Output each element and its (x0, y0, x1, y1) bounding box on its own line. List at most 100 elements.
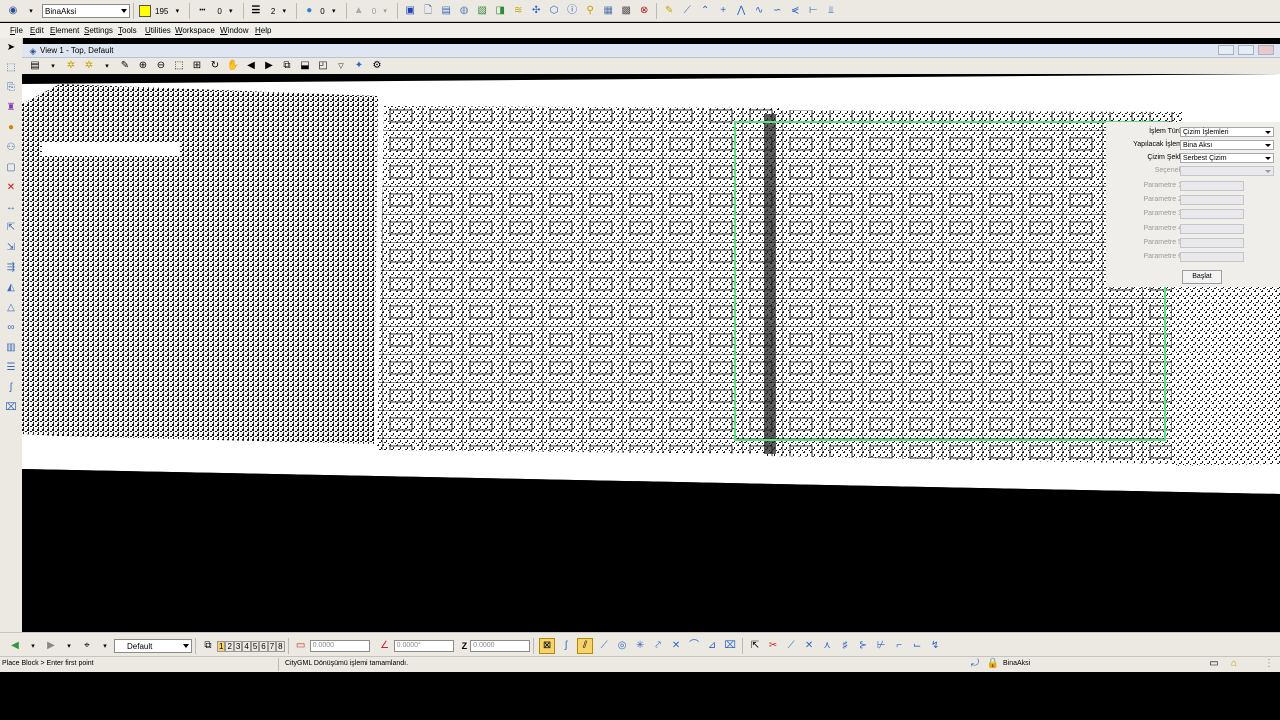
menu-element[interactable]: Element (50, 26, 79, 35)
angle-icon[interactable]: ⋞ (788, 4, 802, 18)
color-swatch[interactable] (139, 5, 151, 17)
menu-workspace[interactable]: Workspace (175, 26, 215, 35)
line-icon[interactable]: ⟋ (680, 4, 694, 18)
layers-icon[interactable]: ≋ (511, 4, 525, 18)
delete-icon[interactable]: ⊗ (637, 4, 651, 18)
param5-input[interactable] (1180, 238, 1244, 248)
param3-input[interactable] (1180, 209, 1244, 219)
corner-icon[interactable]: ⌙ (910, 639, 924, 653)
update-icon[interactable]: ✎ (118, 59, 132, 73)
menu-help[interactable]: Help (255, 26, 271, 35)
param2-input[interactable] (1180, 195, 1244, 205)
param1-input[interactable] (1180, 181, 1244, 191)
intersection-snap-icon[interactable]: ✕ (669, 639, 683, 653)
tangent-snap-icon[interactable]: ⤤ (651, 639, 665, 653)
element-selection-icon[interactable]: ▣ (403, 4, 417, 18)
offset-icon[interactable]: ⊱ (856, 639, 870, 653)
level-combo[interactable]: BinaAksi (42, 4, 130, 18)
chevron-down-icon[interactable]: ▾ (26, 639, 40, 653)
param6-input[interactable] (1180, 252, 1244, 262)
menu-settings[interactable]: Settings (84, 26, 113, 35)
forward-icon[interactable]: ▶ (44, 639, 58, 653)
drawing-canvas[interactable]: İşlem Türü Çizim İşlemleri Yapılacak İşl… (22, 74, 1280, 632)
chevron-down-icon[interactable]: ▽ (334, 59, 348, 73)
view-button-1[interactable]: 1 (217, 640, 226, 652)
clip-volume-icon[interactable]: ⬓ (298, 59, 312, 73)
circles-icon[interactable]: ∞ (4, 321, 18, 335)
partial-delete-icon[interactable]: ↯ (928, 639, 942, 653)
settings-icon[interactable]: ⚙ (370, 59, 384, 73)
view-previous-icon[interactable]: ◀ (244, 59, 258, 73)
link-icon[interactable]: ⤾ (968, 657, 982, 671)
view-button-5[interactable]: 5 (250, 640, 260, 652)
break-icon[interactable]: ✕ (802, 639, 816, 653)
chevron-down-icon[interactable]: ▾ (46, 59, 60, 73)
globe-icon[interactable]: ◍ (457, 4, 471, 18)
fork-icon[interactable]: ⋏ (820, 639, 834, 653)
midpoint-snap-icon[interactable]: ⫽ (577, 638, 594, 654)
views-icon[interactable]: ⧉ (201, 639, 215, 653)
angle-input[interactable]: 0.0000° (393, 640, 454, 652)
home-icon[interactable]: ⌂ (1227, 657, 1241, 671)
hatch-icon[interactable]: ♯ (838, 639, 852, 653)
chevron-down-icon[interactable]: ▾ (277, 4, 291, 18)
modify-icon[interactable]: ⇲ (4, 241, 18, 255)
chevron-down-icon[interactable]: ▾ (24, 4, 38, 18)
view-button-4[interactable]: 4 (242, 640, 251, 652)
chamfer-icon[interactable]: ⊬ (874, 639, 888, 653)
eye-icon[interactable]: ◉ (6, 4, 20, 18)
maximize-button[interactable] (1238, 45, 1254, 55)
perp-snap-icon[interactable]: ⊿ (705, 639, 719, 653)
trim-icon[interactable]: ⇱ (748, 639, 762, 653)
view-button-2[interactable]: 2 (225, 640, 234, 652)
cells-icon[interactable]: ▥ (4, 341, 18, 355)
minimize-button[interactable] (1218, 45, 1234, 55)
close-button[interactable] (1258, 45, 1274, 55)
map-icon[interactable]: ▦ (601, 4, 615, 18)
render-icon[interactable]: ✦ (352, 59, 366, 73)
rotate-icon[interactable]: ↻ (208, 59, 222, 73)
analyze-icon[interactable]: ⬡ (547, 4, 561, 18)
lock-icon[interactable]: 🔒 (986, 657, 1000, 671)
distance-input[interactable]: 0.0000 (309, 640, 370, 652)
menu-window[interactable]: Window (220, 26, 248, 35)
document-icon[interactable]: ▭ (1207, 657, 1221, 671)
chevron-down-icon[interactable]: ▾ (224, 4, 238, 18)
stack-icon[interactable]: ☰ (4, 361, 18, 375)
reference-icon[interactable]: ◨ (493, 4, 507, 18)
chevron-down-icon[interactable]: ▾ (98, 639, 112, 653)
copy-icon[interactable]: ⎘ (4, 81, 18, 95)
info-icon[interactable]: ⓘ (565, 4, 579, 18)
find-icon[interactable]: ⚲ (583, 4, 597, 18)
fence-icon[interactable]: ⬚ (4, 61, 18, 75)
action-select[interactable]: Bina Aksı (1180, 140, 1274, 150)
arc-snap-icon[interactable]: ⌒ (687, 639, 701, 653)
menu-file[interactable]: File (10, 26, 23, 35)
delete-x-icon[interactable]: ✕ (4, 181, 18, 195)
view-title-bar[interactable]: ◈ View 1 - Top, Default (22, 44, 1280, 58)
grip-icon[interactable]: ⋮ (1262, 657, 1276, 671)
keypoint-snap-icon[interactable]: ʃ (559, 639, 573, 653)
draw-mode-select[interactable]: Serbest Çizim (1180, 153, 1274, 163)
start-button[interactable]: Başlat (1182, 270, 1222, 284)
rectangle-icon[interactable]: ▢ (4, 161, 18, 175)
line-style-icon[interactable]: ┅ (195, 4, 209, 18)
zoom-out-icon[interactable]: ⊖ (154, 59, 168, 73)
display-style-icon[interactable]: ✲ (64, 59, 78, 73)
chevron-down-icon[interactable]: ▾ (100, 59, 114, 73)
camera-icon[interactable]: ◰ (316, 59, 330, 73)
param4-input[interactable] (1180, 224, 1244, 234)
triangle-icon[interactable]: △ (4, 301, 18, 315)
view-next-icon[interactable]: ▶ (262, 59, 276, 73)
extend-icon[interactable]: ⟋ (784, 639, 798, 653)
center-snap-icon[interactable]: ◎ (615, 639, 629, 653)
z-input[interactable]: 0.0000 (470, 640, 531, 652)
view-button-3[interactable]: 3 (233, 640, 243, 652)
text-icon[interactable]: ⌧ (4, 401, 18, 415)
view-button-7[interactable]: 7 (267, 640, 277, 652)
raster-icon[interactable]: ▧ (475, 4, 489, 18)
fill-icon[interactable]: ◭ (4, 281, 18, 295)
line-weight-icon[interactable]: ☰ (249, 4, 263, 18)
menu-tools[interactable]: Tools (118, 26, 137, 35)
copy-view-icon[interactable]: ⧉ (280, 59, 294, 73)
